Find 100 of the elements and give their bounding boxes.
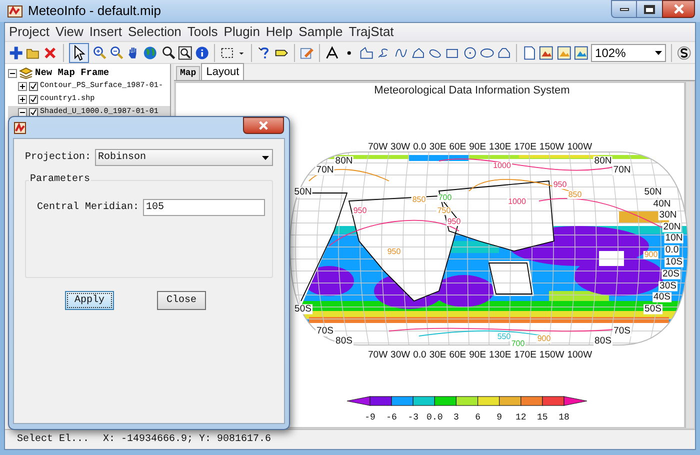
menu-item[interactable]: Plugin	[224, 22, 260, 42]
globe-icon[interactable]	[143, 44, 158, 60]
latitude-label: 50N	[293, 187, 313, 197]
layers-icon	[19, 67, 33, 79]
collapse-icon[interactable]	[18, 108, 27, 117]
delete-icon[interactable]	[43, 44, 58, 60]
map-frame-label[interactable]: New Map Frame	[35, 66, 110, 80]
colorbar-label: -3	[408, 414, 419, 422]
add-layer-icon[interactable]	[9, 44, 24, 60]
contour-label: 850	[411, 196, 427, 204]
collapse-icon[interactable]	[8, 68, 17, 78]
longitude-label: 170E	[514, 142, 536, 152]
info-icon[interactable]	[195, 44, 210, 60]
layout-title: Meteorological Data Information System	[374, 86, 570, 96]
contour-label: 950	[446, 218, 462, 226]
menu-item[interactable]: TrajStat	[348, 22, 394, 42]
contour-label: 850	[567, 191, 583, 199]
minimize-button[interactable]	[611, 0, 637, 18]
zoom-extent-icon[interactable]	[178, 44, 192, 60]
latitude-label: 70N	[612, 165, 632, 175]
page-icon[interactable]	[522, 44, 536, 60]
colorbar-label: 0.0	[426, 414, 443, 422]
picture-icon[interactable]	[574, 44, 588, 60]
colorbar-label: 15	[537, 414, 548, 422]
status-text: Select El...	[17, 432, 90, 447]
longitude-label: 30E	[429, 142, 446, 152]
zoom-out-icon[interactable]	[108, 44, 124, 60]
latitude-label: 50S	[294, 304, 312, 314]
coordinates-text: X: -14934666.9; Y: 9081617.6	[103, 433, 272, 447]
longitude-label: 170E	[514, 350, 536, 360]
help-icon[interactable]	[257, 44, 272, 60]
menu-item[interactable]: Help	[266, 22, 293, 42]
latitude-label: 50S	[644, 304, 662, 314]
latitude-label: 10S	[664, 257, 684, 267]
colorbar-label: -9	[364, 414, 376, 422]
close-icon	[259, 121, 268, 130]
projection-dropdown[interactable]: Robinson	[95, 149, 273, 166]
latitude-label: 20N	[662, 222, 682, 232]
checkbox[interactable]	[29, 95, 38, 104]
central-meridian-label: Central Meridian:	[37, 200, 140, 215]
text-icon[interactable]	[324, 44, 339, 60]
menu-item[interactable]: Sample	[298, 22, 343, 42]
longitude-label: 130E	[489, 142, 512, 152]
menu-item[interactable]: Selection	[128, 22, 182, 42]
latitude-label: 80N	[334, 156, 354, 166]
expand-icon[interactable]	[18, 95, 27, 104]
dialog-button[interactable]: Close	[157, 291, 206, 310]
contour-label: 950	[352, 207, 368, 215]
picture-icon[interactable]	[539, 44, 554, 60]
menu-item[interactable]: View	[55, 22, 84, 42]
contour-label: 950	[386, 248, 402, 256]
longitude-label: 0.0	[413, 142, 426, 152]
pointer-tool[interactable]	[68, 42, 89, 62]
colorbar-label: 9	[496, 414, 502, 422]
checkbox[interactable]	[29, 82, 38, 91]
search-icon[interactable]	[160, 44, 175, 60]
latitude-label: 80N	[593, 156, 613, 166]
polyline-icon[interactable]	[359, 44, 374, 60]
caret-icon	[654, 50, 662, 54]
longitude-label: 150W	[539, 350, 564, 360]
latitude-label: 40S	[652, 292, 672, 302]
colorbar-label: -6	[386, 414, 397, 422]
longitude-label: 100W	[567, 142, 592, 152]
latitude-label: 70S	[316, 326, 334, 336]
menu-item[interactable]: Tools	[187, 22, 218, 42]
zoom-in-icon[interactable]	[92, 44, 106, 60]
longitude-label: 70W	[368, 142, 388, 152]
longitude-label: 30W	[390, 350, 410, 360]
latitude-label: 30S	[658, 281, 678, 291]
checkbox[interactable]	[29, 108, 38, 117]
close-button[interactable]	[662, 0, 695, 18]
longitude-label: 130E	[489, 350, 512, 360]
dialog-close-button[interactable]	[243, 117, 284, 134]
latitude-label: 80S	[594, 336, 612, 346]
latitude-label: 30N	[658, 210, 678, 220]
colorbar-label: 18	[558, 414, 570, 422]
contour-label: 700	[437, 194, 453, 202]
close-icon	[674, 4, 684, 14]
contour-label: 1000	[507, 198, 527, 206]
tab[interactable]: Layout	[201, 63, 244, 80]
script-icon[interactable]	[676, 44, 691, 60]
scrollbar[interactable]	[685, 82, 694, 428]
central-meridian-input[interactable]: 105	[143, 199, 266, 216]
longitude-label: 30E	[429, 350, 446, 360]
contour-label: 1000	[492, 162, 512, 170]
tab[interactable]: Map	[176, 66, 200, 80]
longitude-label: 100W	[567, 350, 592, 360]
contour-label: 550	[496, 333, 512, 341]
menu-item[interactable]: Insert	[89, 22, 122, 42]
dialog-button[interactable]: Apply	[65, 291, 114, 310]
circle-icon[interactable]	[462, 44, 477, 60]
longitude-label: 150W	[539, 142, 564, 152]
expand-icon[interactable]	[18, 82, 27, 91]
menu-item[interactable]: Project	[9, 22, 50, 42]
maximize-button[interactable]	[637, 0, 662, 18]
picture-icon[interactable]	[556, 44, 571, 60]
longitude-label: 90E	[469, 142, 486, 152]
latitude-label: 70N	[315, 165, 335, 175]
zoom-dropdown[interactable]: 102%	[591, 44, 666, 62]
latitude-label: 80S	[334, 336, 354, 346]
